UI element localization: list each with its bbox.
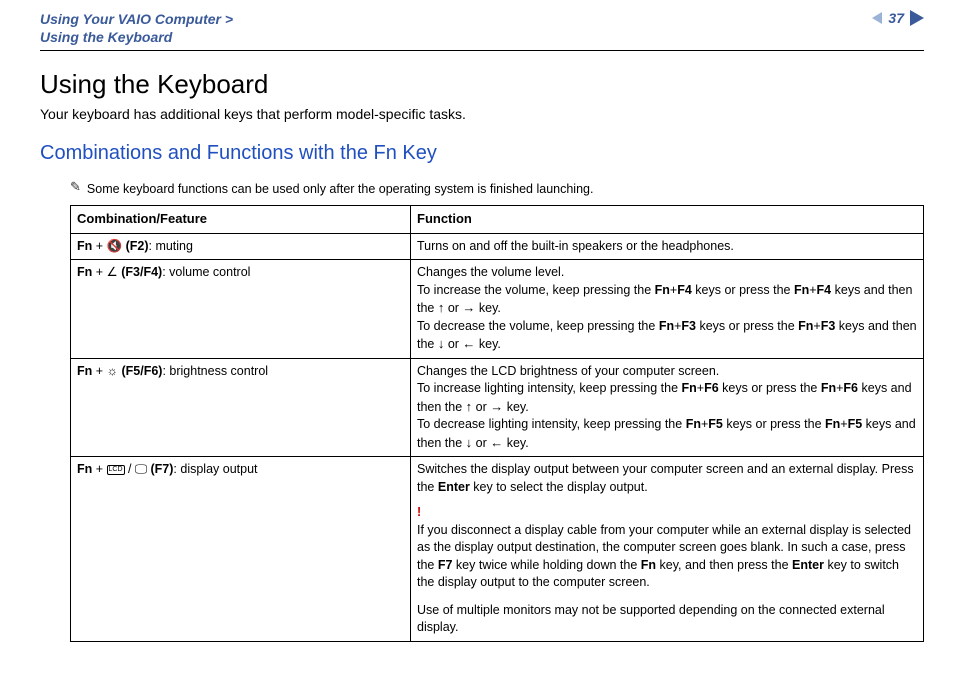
- fn-label: Fn: [77, 364, 92, 378]
- combo-cell: Fn + LCD / 🖵 (F7): display output: [71, 457, 411, 642]
- page-nav: 37: [872, 10, 924, 26]
- key-label: (F7): [147, 462, 173, 476]
- arrow-left-icon: ←: [462, 336, 475, 351]
- combo-desc: : display output: [173, 462, 257, 476]
- function-cell: Changes the volume level. To increase th…: [411, 260, 924, 359]
- combo-cell: Fn + ∠ (F3/F4): volume control: [71, 260, 411, 359]
- combo-cell: Fn + ☼ (F5/F6): brightness control: [71, 358, 411, 457]
- func-line: If you disconnect a display cable from y…: [417, 522, 917, 592]
- func-line: To increase the volume, keep pressing th…: [417, 282, 917, 318]
- breadcrumb: Using Your VAIO Computer > Using the Key…: [40, 10, 233, 46]
- volume-icon: ∠: [107, 264, 118, 282]
- next-page-icon[interactable]: [910, 10, 924, 26]
- combo-cell: Fn + 🔇 (F2): muting: [71, 233, 411, 260]
- th-function: Function: [411, 206, 924, 233]
- func-line: To decrease lighting intensity, keep pre…: [417, 416, 917, 452]
- page-number: 37: [888, 10, 904, 26]
- breadcrumb-line-1: Using Your VAIO Computer >: [40, 10, 233, 28]
- combo-desc: : brightness control: [162, 364, 268, 378]
- page-title: Using the Keyboard: [40, 69, 924, 100]
- func-line: To decrease the volume, keep pressing th…: [417, 318, 917, 354]
- fn-label: Fn: [77, 239, 92, 253]
- fn-label: Fn: [77, 265, 92, 279]
- arrow-right-icon: →: [462, 300, 475, 315]
- function-cell: Changes the LCD brightness of your compu…: [411, 358, 924, 457]
- function-cell: Switches the display output between your…: [411, 457, 924, 642]
- table-row: Fn + 🔇 (F2): muting Turns on and off the…: [71, 233, 924, 260]
- fn-label: Fn: [77, 462, 92, 476]
- mute-icon: 🔇: [107, 238, 123, 256]
- table-row: Fn + ☼ (F5/F6): brightness control Chang…: [71, 358, 924, 457]
- func-line: Switches the display output between your…: [417, 461, 917, 496]
- page-header: Using Your VAIO Computer > Using the Key…: [40, 10, 924, 51]
- lcd-icon: LCD: [107, 465, 125, 475]
- warning-mark: !: [417, 504, 917, 522]
- table-row: Fn + ∠ (F3/F4): volume control Changes t…: [71, 260, 924, 359]
- note-icon: ✎: [70, 179, 81, 195]
- func-line: Changes the LCD brightness of your compu…: [417, 363, 917, 381]
- table-row: Fn + LCD / 🖵 (F7): display output Switch…: [71, 457, 924, 642]
- combo-desc: : volume control: [162, 265, 250, 279]
- key-label: (F2): [122, 239, 148, 253]
- func-line: Use of multiple monitors may not be supp…: [417, 602, 917, 637]
- note-row: ✎ Some keyboard functions can be used onl…: [70, 181, 924, 197]
- key-label: (F5/F6): [118, 364, 162, 378]
- section-title: Combinations and Functions with the Fn K…: [40, 142, 924, 165]
- combo-desc: : muting: [149, 239, 193, 253]
- arrow-left-icon: ←: [490, 435, 503, 450]
- arrow-right-icon: →: [490, 399, 503, 414]
- breadcrumb-line-2: Using the Keyboard: [40, 28, 233, 46]
- func-line: To increase lighting intensity, keep pre…: [417, 380, 917, 416]
- function-cell: Turns on and off the built-in speakers o…: [411, 233, 924, 260]
- prev-page-icon[interactable]: [872, 12, 882, 24]
- fn-key-table: Combination/Feature Function Fn + 🔇 (F2)…: [70, 205, 924, 641]
- key-label: (F3/F4): [118, 265, 162, 279]
- note-text: Some keyboard functions can be used only…: [87, 182, 594, 196]
- func-line: Changes the volume level.: [417, 264, 917, 282]
- th-combination: Combination/Feature: [71, 206, 411, 233]
- brightness-icon: ☼: [107, 363, 118, 381]
- intro-text: Your keyboard has additional keys that p…: [40, 106, 924, 122]
- external-display-icon: 🖵: [135, 461, 147, 479]
